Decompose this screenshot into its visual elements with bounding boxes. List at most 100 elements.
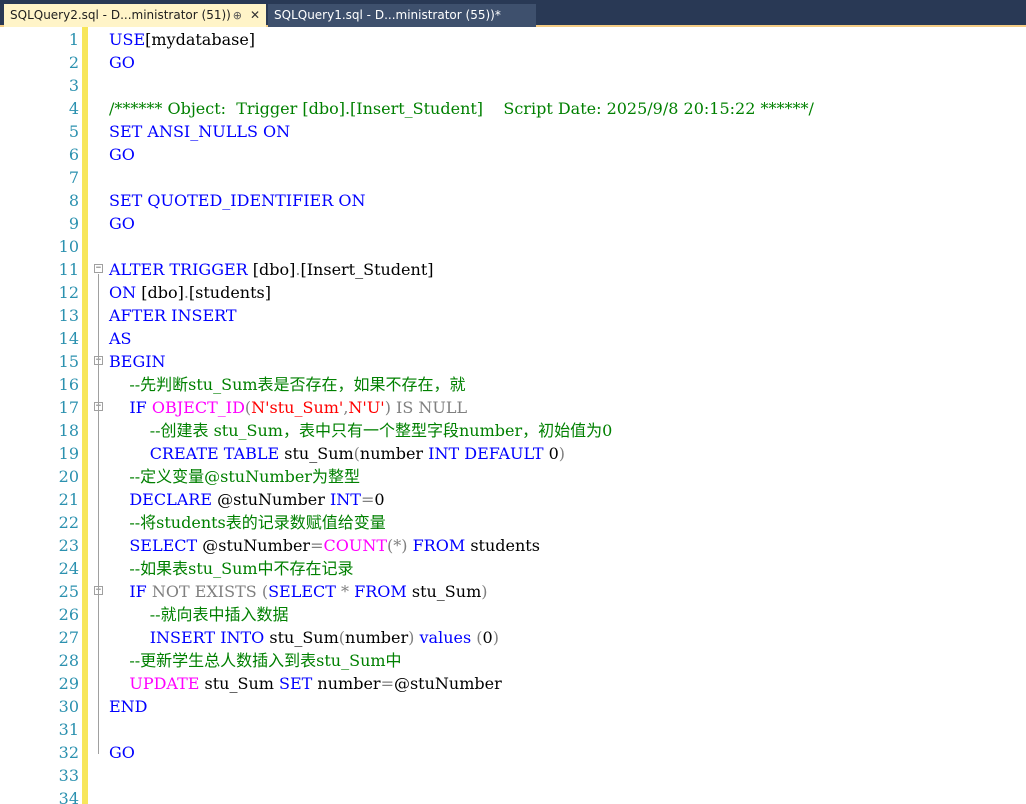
collapse-icon[interactable]: − — [94, 264, 103, 273]
line-number: 15 — [58, 352, 79, 371]
code-line[interactable]: 16 --先判断stu_Sum表是否存在，如果不存在，就 — [0, 373, 1026, 396]
code-token: N'stu_Sum' — [251, 398, 344, 417]
code-token: ) — [558, 444, 566, 463]
code-token: UPDATE — [129, 674, 200, 693]
code-token: = — [380, 674, 394, 693]
code-line[interactable]: 6 GO — [0, 143, 1026, 166]
pin-icon[interactable]: ⊕ — [233, 4, 242, 27]
line-number: 18 — [58, 421, 79, 440]
code-line[interactable]: 4 /****** Object: Trigger [dbo].[Insert_S… — [0, 97, 1026, 120]
code-text: BEGIN — [109, 350, 166, 373]
code-line[interactable]: 29 UPDATE stu_Sum SET number=@stuNumber — [0, 672, 1026, 695]
code-line[interactable]: 2 GO — [0, 51, 1026, 74]
code-line[interactable]: 3 — [0, 74, 1026, 97]
code-text: GO — [109, 143, 135, 166]
code-token: = — [360, 490, 375, 509]
line-number: 12 — [58, 283, 79, 302]
code-line[interactable]: 5 SET ANSI_NULLS ON — [0, 120, 1026, 143]
code-text: SET QUOTED_IDENTIFIER ON — [109, 189, 366, 212]
code-text: --将students表的记录数赋值给变量 — [109, 511, 385, 534]
code-line[interactable]: 13 AFTER INSERT — [0, 304, 1026, 327]
code-token: ON — [338, 191, 366, 210]
code-token: AFTER — [109, 306, 167, 325]
line-number: 10 — [58, 237, 79, 256]
code-token: ) — [481, 582, 488, 601]
code-line[interactable]: 26 --就向表中插入数据 — [0, 603, 1026, 626]
code-token: COUNT — [323, 536, 387, 555]
code-token: INT — [428, 444, 460, 463]
code-token: INSERT — [171, 306, 237, 325]
code-editor[interactable]: 1 USE[mydatabase] 2 GO 3 4/****** Object: Tri… — [0, 27, 1026, 804]
document-tab-bar: SQLQuery2.sql - D...ministrator (51)) ⊕ … — [0, 0, 1026, 27]
code-line[interactable]: 17− IF OBJECT_ID(N'stu_Sum',N'U') IS NUL… — [0, 396, 1026, 419]
code-token: AS — [109, 329, 132, 348]
code-line[interactable]: 12 ON [dbo].[students] — [0, 281, 1026, 304]
code-line[interactable]: 15−BEGIN — [0, 350, 1026, 373]
code-token: GO — [109, 214, 135, 233]
code-line[interactable]: 7 — [0, 166, 1026, 189]
code-token: FROM — [412, 536, 466, 555]
code-token: DEFAULT — [464, 444, 544, 463]
code-line[interactable]: 1 USE[mydatabase] — [0, 28, 1026, 51]
code-line[interactable]: 23 SELECT @stuNumber=COUNT(*) FROM stude… — [0, 534, 1026, 557]
line-number: 5 — [68, 122, 79, 141]
line-number: 2 — [68, 53, 79, 72]
code-line[interactable]: 34 — [0, 787, 1026, 804]
line-number: 4 — [68, 99, 79, 118]
code-text: GO — [109, 212, 135, 235]
code-token: NOT EXISTS — [151, 582, 257, 601]
code-token: INT — [329, 490, 361, 509]
code-line[interactable]: 9 GO — [0, 212, 1026, 235]
code-line[interactable]: 33 — [0, 764, 1026, 787]
code-line[interactable]: 21 DECLARE @stuNumber INT=0 — [0, 488, 1026, 511]
code-token: stu_Sum — [279, 444, 354, 463]
code-line[interactable]: 24 --如果表stu_Sum中不存在记录 — [0, 557, 1026, 580]
code-text: --创建表 stu_Sum，表中只有一个整型字段number，初始值为0 — [109, 419, 613, 442]
code-token: SELECT — [268, 582, 336, 601]
code-line[interactable]: 31 — [0, 718, 1026, 741]
code-line[interactable]: 11 − ALTER TRIGGER [dbo].[Insert_Student] — [0, 258, 1026, 281]
code-text: --先判断stu_Sum表是否存在，如果不存在，就 — [109, 373, 465, 396]
code-text: --定义变量@stuNumber为整型 — [109, 465, 360, 488]
code-token: SET — [109, 191, 143, 210]
line-number: 1 — [68, 30, 79, 49]
code-token: number — [312, 674, 381, 693]
code-token: students — [465, 536, 540, 555]
tab-label: SQLQuery1.sql - D...ministrator (55))* — [274, 8, 501, 22]
close-icon[interactable]: ✕ — [250, 4, 260, 27]
code-token: (*) — [387, 536, 408, 555]
code-token: INSERT — [149, 628, 216, 647]
code-token: /****** Object: Trigger [dbo].[Insert_St… — [109, 99, 814, 118]
code-token: stu_Sum — [264, 628, 339, 647]
code-text: GO — [109, 741, 135, 764]
code-line[interactable]: 27 INSERT INTO stu_Sum(number) values (0… — [0, 626, 1026, 649]
code-token: --如果表stu_Sum中不存在记录 — [129, 559, 354, 578]
tab-sqlquery1[interactable]: SQLQuery1.sql - D...ministrator (55))* — [268, 4, 536, 27]
code-token: IS NULL — [396, 398, 468, 417]
code-line[interactable]: 10 — [0, 235, 1026, 258]
code-token: stu_Sum — [199, 674, 280, 693]
code-line[interactable]: 32 GO — [0, 741, 1026, 764]
code-line[interactable]: 22 --将students表的记录数赋值给变量 — [0, 511, 1026, 534]
code-line[interactable]: 14 AS — [0, 327, 1026, 350]
code-token: IF — [129, 582, 147, 601]
code-line[interactable]: 20 --定义变量@stuNumber为整型 — [0, 465, 1026, 488]
line-number: 27 — [58, 628, 79, 647]
code-line[interactable]: 30 END — [0, 695, 1026, 718]
code-token: QUOTED_IDENTIFIER — [147, 191, 334, 210]
code-token: ANSI_NULLS — [147, 122, 258, 141]
code-line[interactable]: 28 --更新学生总人数插入到表stu_Sum中 — [0, 649, 1026, 672]
code-line[interactable]: 19 CREATE TABLE stu_Sum(number INT DEFAU… — [0, 442, 1026, 465]
code-token: USE — [109, 30, 146, 49]
tab-sqlquery2[interactable]: SQLQuery2.sql - D...ministrator (51)) ⊕ … — [4, 4, 266, 27]
code-line[interactable]: 8 SET QUOTED_IDENTIFIER ON — [0, 189, 1026, 212]
code-token: OBJECT_ID — [151, 398, 245, 417]
code-line[interactable]: 18 --创建表 stu_Sum，表中只有一个整型字段number，初始值为0 — [0, 419, 1026, 442]
code-line[interactable]: 25− IF NOT EXISTS (SELECT * FROM stu_Sum… — [0, 580, 1026, 603]
